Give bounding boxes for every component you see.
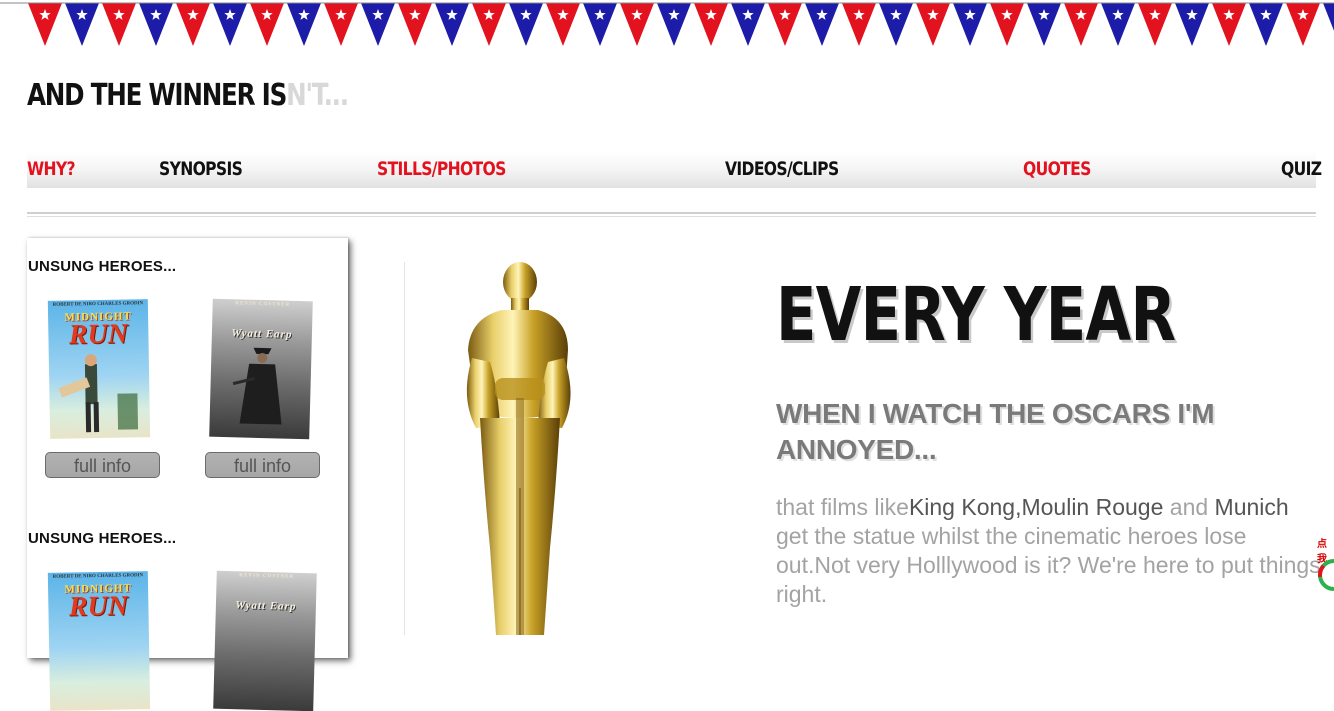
film-king-kong[interactable]: King Kong bbox=[909, 494, 1015, 520]
bunting-flag bbox=[361, 3, 395, 46]
bunting-flag bbox=[1027, 3, 1061, 46]
full-info-button[interactable]: full info bbox=[205, 452, 320, 478]
poster-title: Wyatt Earp bbox=[231, 327, 293, 341]
hero-title: EVERY YEAR bbox=[776, 272, 1176, 358]
bunting-flag bbox=[1249, 3, 1283, 46]
bunting-flag bbox=[1138, 3, 1172, 46]
sidebar: UNSUNG HEROES... ROBERT DE NIRO CHARLES … bbox=[27, 238, 348, 711]
bunting-flag bbox=[28, 3, 62, 46]
bunting-flag bbox=[65, 3, 99, 46]
nav-item-why[interactable]: WHY? bbox=[27, 158, 76, 180]
bunting-flag bbox=[620, 3, 654, 46]
content-divider bbox=[404, 262, 405, 635]
nav-item-videos[interactable]: VIDEOS/CLIPS bbox=[725, 158, 839, 180]
poster-midnight-run[interactable]: ROBERT DE NIRO CHARLES GRODIN MIDNIGHT R… bbox=[47, 571, 151, 711]
bunting-flag bbox=[250, 3, 284, 46]
bunting-flag bbox=[435, 3, 469, 46]
bunting-flag bbox=[1286, 3, 1320, 46]
bunting-flag bbox=[472, 3, 506, 46]
poster-wyatt-earp[interactable]: KEVIN COSTNER Wyatt Earp bbox=[213, 570, 317, 711]
bunting-flag bbox=[842, 3, 876, 46]
ring-icon bbox=[1318, 559, 1334, 591]
bunting-flag bbox=[805, 3, 839, 46]
poster-midnight-run[interactable]: ROBERT DE NIRO CHARLES GRODIN MIDNIGHT R… bbox=[47, 299, 151, 439]
bunting-flag bbox=[879, 3, 913, 46]
bunting-flag bbox=[1212, 3, 1246, 46]
poster-title-bottom: RUN bbox=[68, 318, 129, 351]
sidebar-heading: UNSUNG HEROES... bbox=[28, 530, 177, 547]
full-info-button[interactable]: full info bbox=[45, 452, 160, 478]
bunting-flag bbox=[953, 3, 987, 46]
poster-figures-icon bbox=[58, 354, 139, 433]
bunting-flag bbox=[509, 3, 543, 46]
hero-body: that films likeKing Kong,Moulin Rouge an… bbox=[776, 493, 1321, 609]
film-moulin-rouge[interactable]: Moulin Rouge bbox=[1021, 494, 1163, 520]
bunting-flag bbox=[1064, 3, 1098, 46]
nav-item-quiz[interactable]: QUIZ bbox=[1281, 158, 1322, 180]
bunting-flag bbox=[768, 3, 802, 46]
nav-item-quotes[interactable]: QUOTES bbox=[1023, 158, 1091, 180]
bunting-flag bbox=[657, 3, 691, 46]
bunting-flag bbox=[694, 3, 728, 46]
sidebar-heading: UNSUNG HEROES... bbox=[28, 258, 177, 275]
body-text: get the statue whilst the cinematic hero… bbox=[776, 523, 1321, 607]
poster-title: Wyatt Earp bbox=[235, 599, 297, 613]
divider-line bbox=[27, 212, 1316, 214]
bunting-flag bbox=[176, 3, 210, 46]
nav-item-synopsis[interactable]: SYNOPSIS bbox=[159, 158, 243, 180]
film-munich[interactable]: Munich bbox=[1215, 494, 1289, 520]
site-title-main: AND THE WINNER IS bbox=[27, 78, 287, 113]
bunting-flag bbox=[102, 3, 136, 46]
bunting-flags bbox=[0, 2, 1334, 46]
bunting-flag bbox=[324, 3, 358, 46]
site-title[interactable]: AND THE WINNER ISN'T... bbox=[27, 78, 349, 113]
poster-credits: KEVIN COSTNER bbox=[235, 301, 291, 308]
poster-credits: ROBERT DE NIRO CHARLES GRODIN bbox=[52, 573, 144, 580]
poster-credits: ROBERT DE NIRO CHARLES GRODIN bbox=[52, 301, 144, 308]
bunting-flag bbox=[287, 3, 321, 46]
bunting-flag bbox=[1323, 3, 1334, 31]
bunting-flag bbox=[990, 3, 1024, 46]
body-text: and bbox=[1163, 494, 1215, 520]
main-nav: WHY? SYNOPSIS STILLS/PHOTOS VIDEOS/CLIPS… bbox=[27, 151, 1322, 188]
poster-figure-icon bbox=[232, 347, 282, 425]
poster-wyatt-earp[interactable]: KEVIN COSTNER Wyatt Earp bbox=[209, 298, 313, 440]
hero-subtitle: WHEN I WATCH THE OSCARS I'M ANNOYED... bbox=[776, 398, 1215, 465]
bunting-flag bbox=[731, 3, 765, 46]
bunting-flag bbox=[139, 3, 173, 46]
bunting-flag bbox=[398, 3, 432, 46]
bunting-flag bbox=[546, 3, 580, 46]
poster-credits: KEVIN COSTNER bbox=[239, 573, 295, 580]
nav-item-stills[interactable]: STILLS/PHOTOS bbox=[377, 158, 506, 180]
poster-title-bottom: RUN bbox=[68, 590, 129, 623]
bunting-flag bbox=[583, 3, 617, 46]
site-title-faded: N'T... bbox=[286, 78, 349, 113]
bunting-flag bbox=[1101, 3, 1135, 46]
bunting-flag bbox=[916, 3, 950, 46]
bunting-flag bbox=[213, 3, 247, 46]
body-text: that films like bbox=[776, 494, 909, 520]
corner-widget[interactable]: 点我 bbox=[1312, 530, 1334, 600]
divider-line-secondary bbox=[27, 216, 1316, 217]
bunting-flag bbox=[1175, 3, 1209, 46]
oscar-statue-icon bbox=[466, 262, 571, 635]
